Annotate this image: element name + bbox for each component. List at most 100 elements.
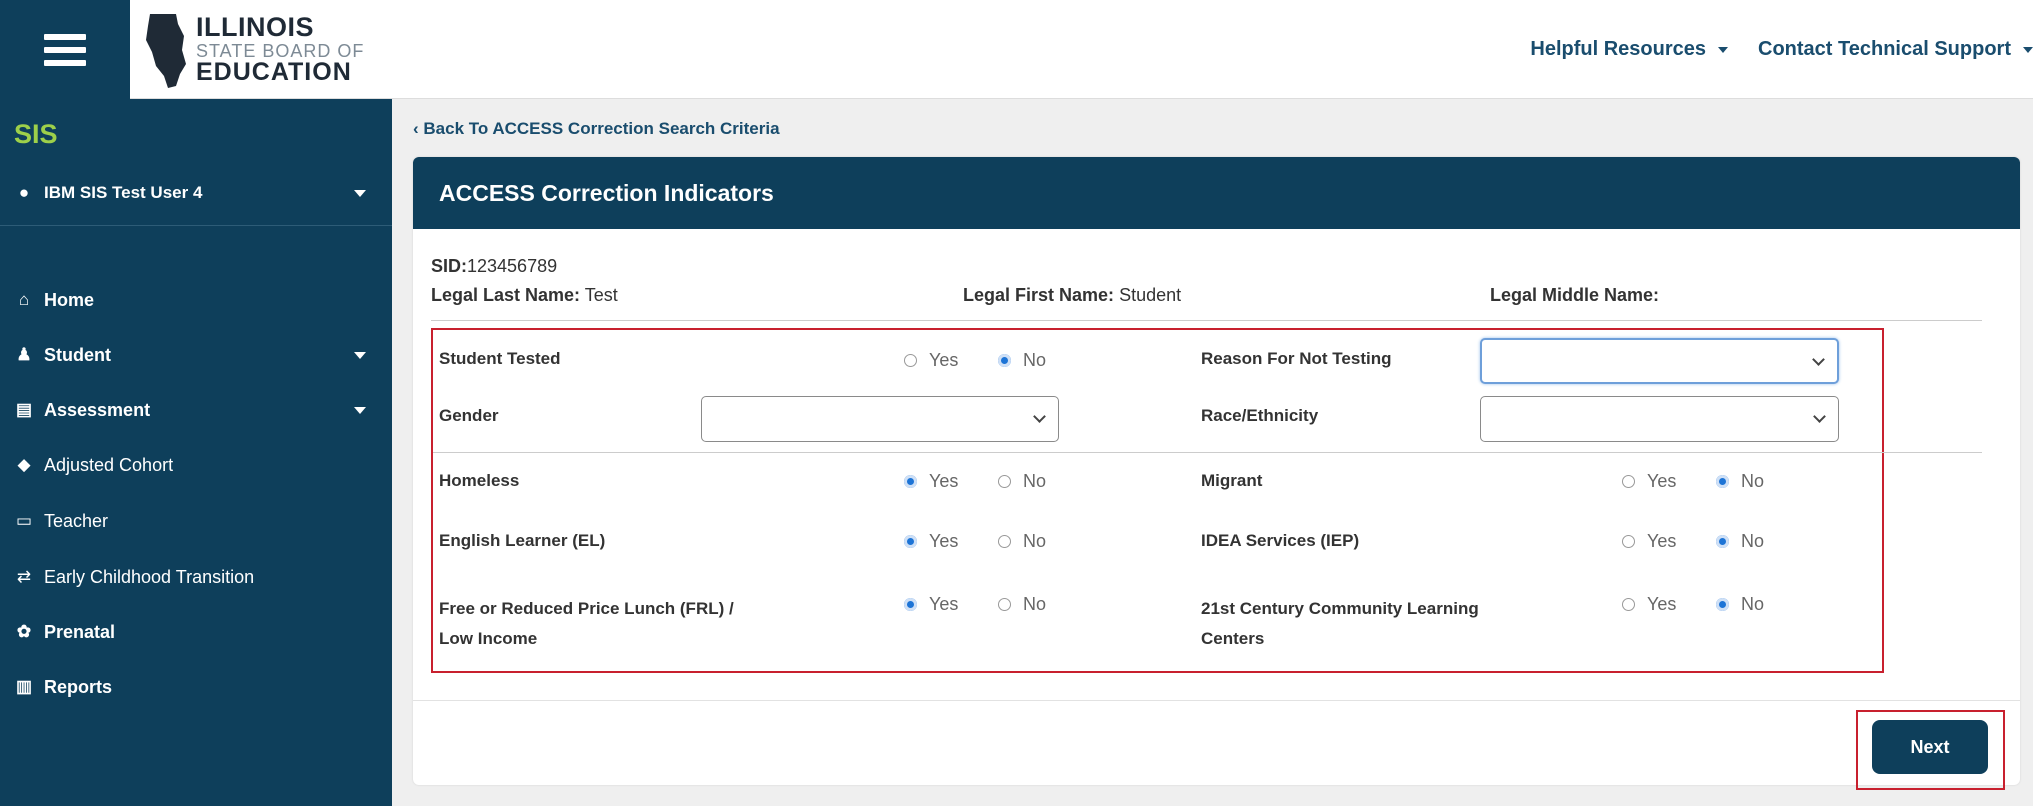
el-yes-radio[interactable]: Yes bbox=[904, 531, 958, 552]
migrant-no-radio[interactable]: No bbox=[1716, 471, 1764, 492]
caret-down-icon bbox=[1718, 46, 1729, 53]
migrant-yes-radio[interactable]: Yes bbox=[1622, 471, 1676, 492]
helpful-resources-dropdown[interactable]: Helpful Resources bbox=[1530, 38, 1729, 61]
radio-checked-icon bbox=[998, 354, 1011, 367]
back-link-label: Back To ACCESS Correction Search Criteri… bbox=[423, 119, 780, 138]
caret-down-icon bbox=[2023, 46, 2033, 53]
sidebar-item-label: Adjusted Cohort bbox=[44, 454, 174, 475]
cclc-label: 21st Century Community Learning Centers bbox=[1201, 594, 1479, 654]
homeless-no-radio[interactable]: No bbox=[998, 471, 1046, 492]
logo-line1: ILLINOIS bbox=[196, 12, 314, 42]
race-ethnicity-select[interactable] bbox=[1480, 396, 1839, 442]
radio-unchecked-icon bbox=[998, 475, 1011, 488]
legal-middle-label: Legal Middle Name: bbox=[1490, 285, 1660, 305]
app-label: SIS bbox=[14, 119, 58, 149]
legal-first-label: Legal First Name: bbox=[963, 285, 1115, 305]
radio-checked-icon bbox=[904, 535, 917, 548]
sidebar: SIS ● IBM SIS Test User 4 ⌂ Home ♟ Stude… bbox=[0, 99, 392, 806]
english-learner-label: English Learner (EL) bbox=[439, 531, 606, 550]
frl-yes-radio[interactable]: Yes bbox=[904, 594, 958, 615]
frl-label-line2: Low Income bbox=[439, 629, 538, 648]
card-title: ACCESS Correction Indicators bbox=[413, 157, 2020, 229]
idea-services-label: IDEA Services (IEP) bbox=[1201, 531, 1360, 550]
radio-label: Yes bbox=[1647, 471, 1677, 491]
idea-yes-radio[interactable]: Yes bbox=[1622, 531, 1676, 552]
cclc-label-line1: 21st Century Community Learning bbox=[1201, 599, 1479, 618]
student-icon: ♟ bbox=[16, 345, 32, 364]
user-menu[interactable]: ● IBM SIS Test User 4 bbox=[0, 161, 392, 226]
radio-checked-icon bbox=[1716, 598, 1729, 611]
sid-label: SID: bbox=[431, 256, 467, 276]
cclc-yes-radio[interactable]: Yes bbox=[1622, 594, 1676, 615]
graduation-cap-icon: ◆ bbox=[17, 455, 31, 474]
sidebar-item-label: Home bbox=[44, 289, 95, 310]
sidebar-item-home[interactable]: ⌂ Home bbox=[0, 275, 392, 325]
radio-unchecked-icon bbox=[1622, 535, 1635, 548]
radio-unchecked-icon bbox=[904, 354, 917, 367]
radio-unchecked-icon bbox=[998, 535, 1011, 548]
isbe-logo[interactable]: ILLINOIS STATE BOARD OF EDUCATION bbox=[140, 10, 390, 90]
chevron-left-icon: ‹ bbox=[413, 119, 424, 138]
chevron-down-icon bbox=[1813, 410, 1826, 423]
radio-label: No bbox=[1741, 594, 1765, 614]
user-name: IBM SIS Test User 4 bbox=[44, 183, 203, 202]
el-no-radio[interactable]: No bbox=[998, 531, 1046, 552]
cclc-no-radio[interactable]: No bbox=[1716, 594, 1764, 615]
sidebar-item-adjusted-cohort[interactable]: ◆ Adjusted Cohort bbox=[0, 440, 392, 490]
caret-down-icon bbox=[354, 190, 366, 197]
document-icon: ▤ bbox=[15, 400, 33, 419]
next-button[interactable]: Next bbox=[1872, 720, 1988, 774]
divider bbox=[433, 452, 1982, 453]
home-icon: ⌂ bbox=[18, 290, 30, 309]
sid: SID:123456789 bbox=[431, 256, 557, 277]
sidebar-item-early-childhood-transition[interactable]: ⇄ Early Childhood Transition bbox=[0, 552, 392, 602]
radio-checked-icon bbox=[904, 598, 917, 611]
idea-no-radio[interactable]: No bbox=[1716, 531, 1764, 552]
sidebar-item-label: Reports bbox=[44, 676, 113, 697]
radio-label: Yes bbox=[929, 594, 959, 614]
hamburger-icon bbox=[44, 27, 86, 73]
homeless-yes-radio[interactable]: Yes bbox=[904, 471, 958, 492]
sidebar-item-student[interactable]: ♟ Student bbox=[0, 330, 392, 380]
radio-checked-icon bbox=[1716, 475, 1729, 488]
student-tested-no-radio[interactable]: No bbox=[998, 350, 1046, 371]
legal-last-name: Legal Last Name: Test bbox=[431, 285, 618, 306]
student-tested-yes-radio[interactable]: Yes bbox=[904, 350, 958, 371]
card-footer-divider bbox=[413, 700, 2020, 701]
radio-label: Yes bbox=[929, 471, 959, 491]
sidebar-item-label: Early Childhood Transition bbox=[44, 566, 255, 587]
legal-middle-name: Legal Middle Name: bbox=[1490, 285, 1659, 306]
radio-unchecked-icon bbox=[998, 598, 1011, 611]
caret-down-icon bbox=[354, 407, 366, 414]
radio-label: No bbox=[1023, 531, 1047, 551]
reason-not-testing-select[interactable] bbox=[1480, 338, 1839, 384]
radio-label: No bbox=[1023, 471, 1047, 491]
radio-unchecked-icon bbox=[1622, 598, 1635, 611]
frl-label: Free or Reduced Price Lunch (FRL) / Low … bbox=[439, 594, 734, 654]
sidebar-item-prenatal[interactable]: ✿ Prenatal bbox=[0, 607, 392, 657]
sidebar-item-label: Teacher bbox=[44, 510, 109, 531]
radio-label: No bbox=[1023, 350, 1047, 370]
radio-label: No bbox=[1741, 531, 1765, 551]
exchange-icon: ⇄ bbox=[16, 567, 32, 586]
illinois-state-icon bbox=[146, 14, 186, 88]
sidebar-item-teacher[interactable]: ▭ Teacher bbox=[0, 496, 392, 546]
teacher-icon: ▭ bbox=[15, 511, 33, 530]
reason-not-testing-label: Reason For Not Testing bbox=[1201, 349, 1392, 368]
frl-no-radio[interactable]: No bbox=[998, 594, 1046, 615]
sidebar-item-assessment[interactable]: ▤ Assessment bbox=[0, 385, 392, 435]
frl-label-line1: Free or Reduced Price Lunch (FRL) / bbox=[439, 599, 734, 618]
contact-support-dropdown[interactable]: Contact Technical Support bbox=[1758, 38, 2033, 61]
gender-select[interactable] bbox=[701, 396, 1059, 442]
hamburger-menu-button[interactable] bbox=[0, 0, 130, 99]
top-header: ILLINOIS STATE BOARD OF EDUCATION Helpfu… bbox=[0, 0, 2033, 99]
caret-down-icon bbox=[354, 352, 366, 359]
sidebar-item-reports[interactable]: ▥ Reports bbox=[0, 662, 392, 712]
sidebar-item-label: Student bbox=[44, 344, 111, 365]
radio-label: Yes bbox=[1647, 594, 1677, 614]
radio-checked-icon bbox=[904, 475, 917, 488]
back-link[interactable]: ‹ Back To ACCESS Correction Search Crite… bbox=[413, 119, 780, 139]
legal-last-label: Legal Last Name: bbox=[431, 285, 581, 305]
sidebar-item-label: Prenatal bbox=[44, 621, 116, 642]
legal-last-value: Test bbox=[584, 285, 618, 305]
